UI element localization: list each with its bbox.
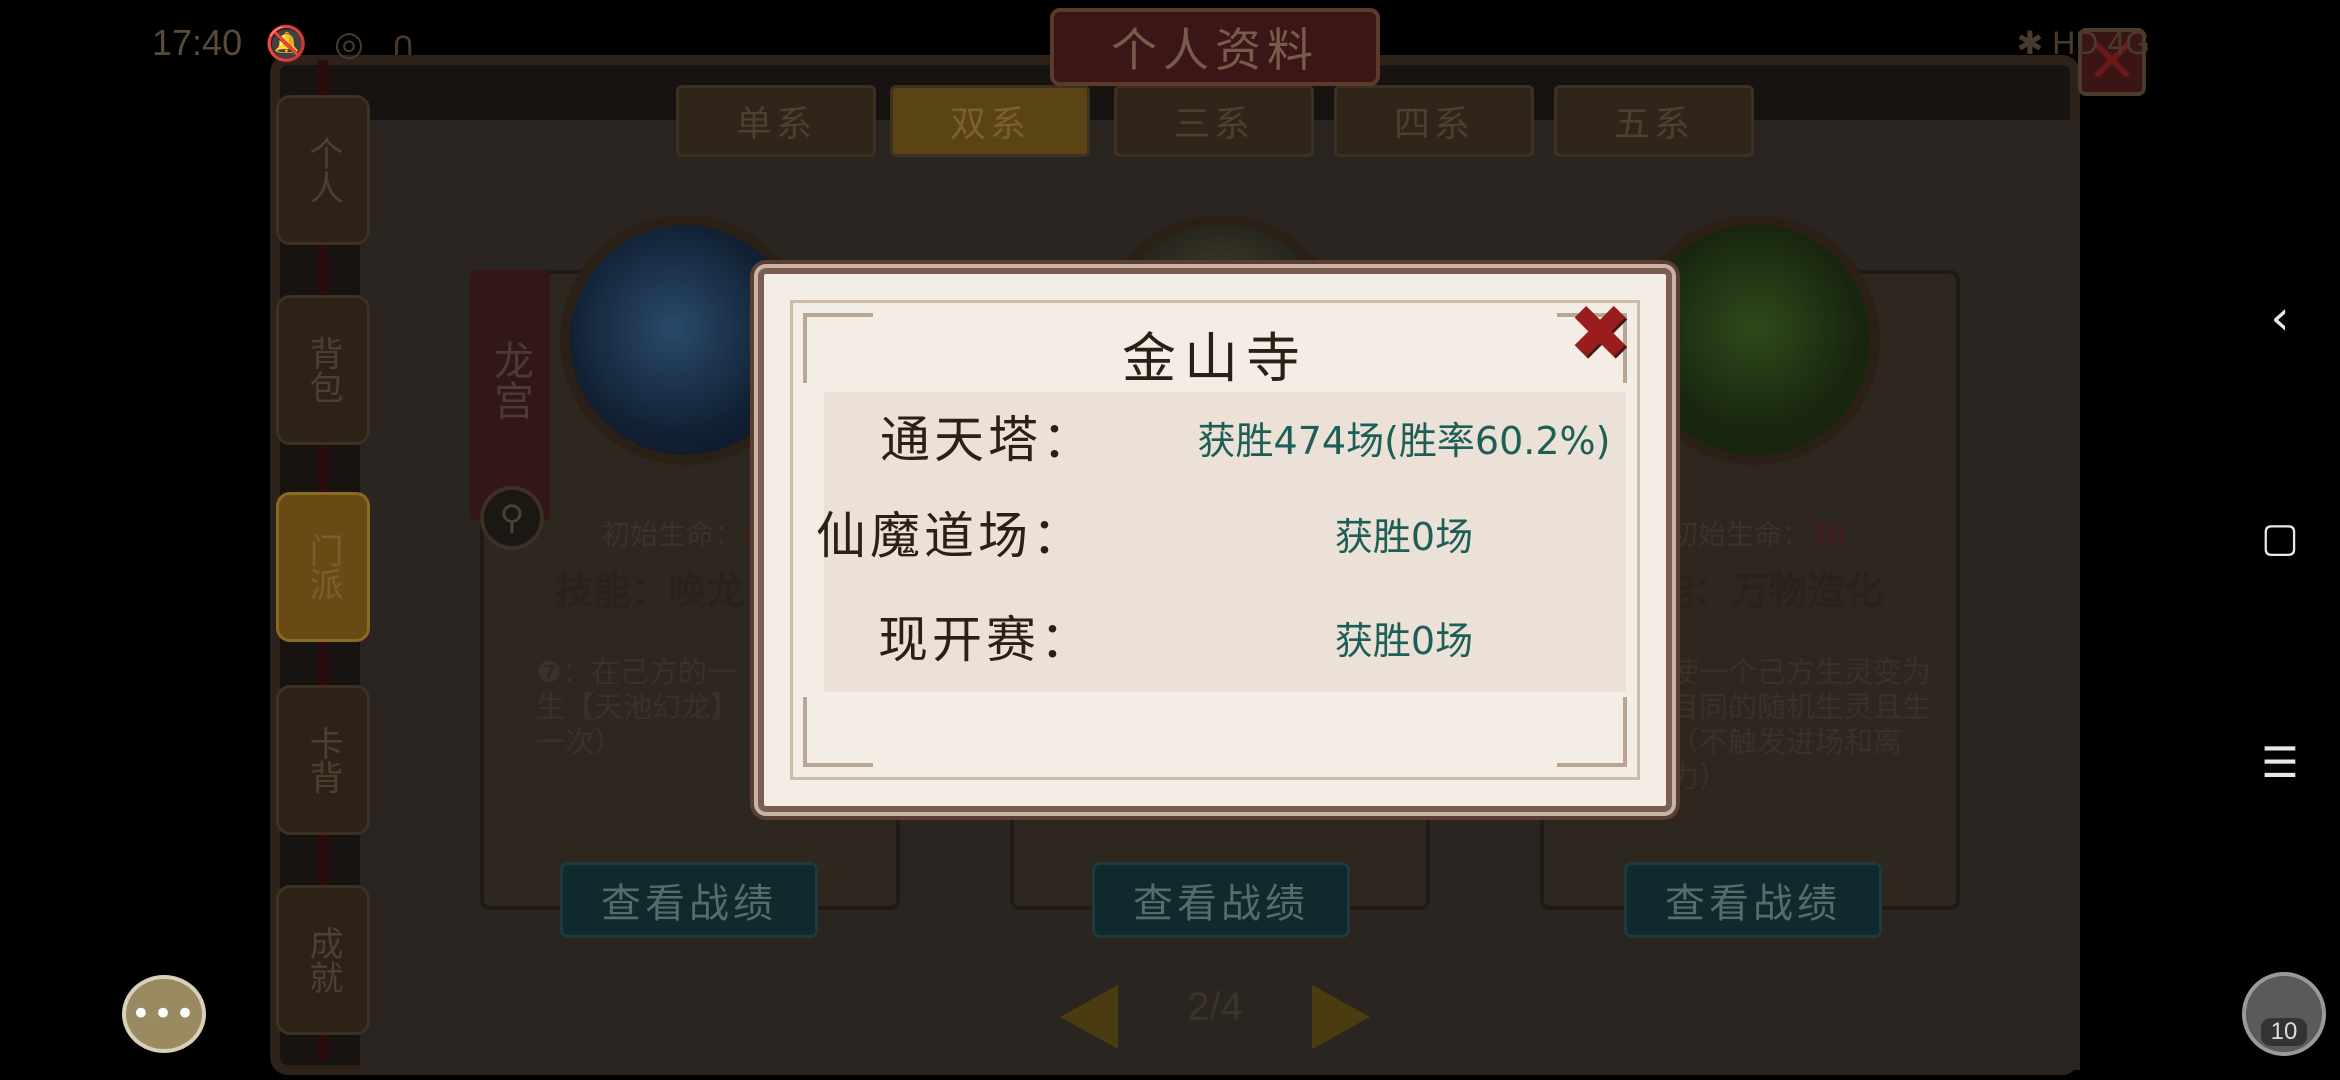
prev-page-arrow-icon[interactable] (1060, 985, 1118, 1049)
friends-icon[interactable]: 10 (2242, 972, 2326, 1056)
status-notification-icons: 🔕 ◎ ∩ (265, 24, 424, 64)
desc-line: 目同的随机生灵且生 (1670, 690, 1932, 724)
page-indicator: 2/4 (1187, 985, 1243, 1029)
next-page-arrow-icon[interactable] (1312, 985, 1370, 1049)
stat-label: 现开赛： (878, 611, 1094, 669)
desc-line: 使一个己方生灵变为 (1670, 655, 1932, 689)
side-tab-label: 个人 (303, 136, 343, 204)
desc-line: 力） (1670, 760, 1729, 794)
home-nav-icon[interactable]: ▢ (2260, 515, 2300, 561)
stat-value: 获胜0场 (1334, 619, 1474, 663)
card-skill: 能：万物造化 (1655, 568, 1884, 613)
desc-line: 生【天池幻龙】 (536, 690, 740, 724)
view-record-button[interactable]: 查看战绩 (560, 862, 818, 938)
side-tab-personal[interactable]: 个人 (276, 95, 370, 245)
tab-single-element[interactable]: 单系 (676, 85, 876, 157)
stat-label: 仙魔道场： (816, 507, 1086, 565)
corner-ornament (1557, 697, 1627, 767)
status-signal-icons: ✱ HD 4G (2016, 25, 2151, 61)
back-nav-icon[interactable]: ‹ (2260, 290, 2300, 346)
desc-line: （不触发进场和离 (1670, 725, 1903, 759)
sect-name: 龙宫 (487, 340, 533, 420)
tab-dual-element[interactable]: 双系 (890, 85, 1090, 157)
friends-count: 10 (2260, 1018, 2308, 1046)
life-label: 初始生命： (602, 518, 743, 551)
life-value: 38 (1810, 518, 1846, 551)
side-tab-label: 门派 (303, 533, 343, 601)
chat-bubble-icon[interactable]: ••• (122, 975, 206, 1053)
corner-ornament (803, 697, 873, 767)
menu-nav-icon[interactable]: ☰ (2260, 738, 2300, 787)
side-tab-label: 背包 (303, 336, 343, 404)
card-life: 初始生命：38 (1670, 513, 1846, 553)
search-icon[interactable]: ⚲ (480, 486, 544, 550)
stat-value: 获胜0场 (1334, 515, 1474, 559)
view-record-button[interactable]: 查看战绩 (1624, 862, 1882, 938)
side-tab-label: 卡背 (303, 726, 343, 794)
stat-row-arena: 仙魔道场： 获胜0场 (764, 496, 1678, 566)
desc-line: 一次） (536, 725, 624, 759)
close-dialog-icon[interactable]: ✖ (1564, 288, 1636, 377)
side-tab-card-back[interactable]: 卡背 (276, 685, 370, 835)
card-life: 初始生命：4 (602, 513, 760, 553)
view-record-button[interactable]: 查看战绩 (1092, 862, 1350, 938)
stat-label: 通天塔： (880, 411, 1096, 469)
card-description: ❼：在己方的一 生【天池幻龙】 一次） (536, 655, 739, 760)
tab-triple-element[interactable]: 三系 (1114, 85, 1314, 157)
side-tab-sect[interactable]: 门派 (276, 492, 370, 642)
sect-name-ribbon: 龙宫 (470, 270, 550, 520)
life-label: 初始生命： (1670, 518, 1811, 551)
status-bar: 17:40 🔕 ◎ ∩ ✱ HD 4G (0, 0, 2340, 90)
status-time: 17:40 (152, 22, 243, 63)
sect-stats-dialog: 金山寺 ✖ 通天塔： 获胜474场(胜率60.2%) 仙魔道场： 获胜0场 现开… (758, 268, 1672, 812)
card-skill: 技能：唤龙 (555, 568, 746, 613)
tab-quad-element[interactable]: 四系 (1334, 85, 1534, 157)
stat-row-tower: 通天塔： 获胜474场(胜率60.2%) (764, 400, 1678, 470)
stat-row-open-match: 现开赛： 获胜0场 (764, 600, 1678, 670)
stat-value: 获胜474场(胜率60.2%) (1197, 419, 1611, 463)
desc-line: ❼：在己方的一 (536, 655, 736, 689)
card-description: 使一个己方生灵变为 目同的随机生灵且生 （不触发进场和离 力） (1670, 655, 1931, 795)
tab-penta-element[interactable]: 五系 (1554, 85, 1754, 157)
side-tab-backpack[interactable]: 背包 (276, 295, 370, 445)
side-tab-achievement[interactable]: 成就 (276, 885, 370, 1035)
dialog-title: 金山寺 (1122, 327, 1308, 390)
side-tab-label: 成就 (303, 926, 343, 994)
